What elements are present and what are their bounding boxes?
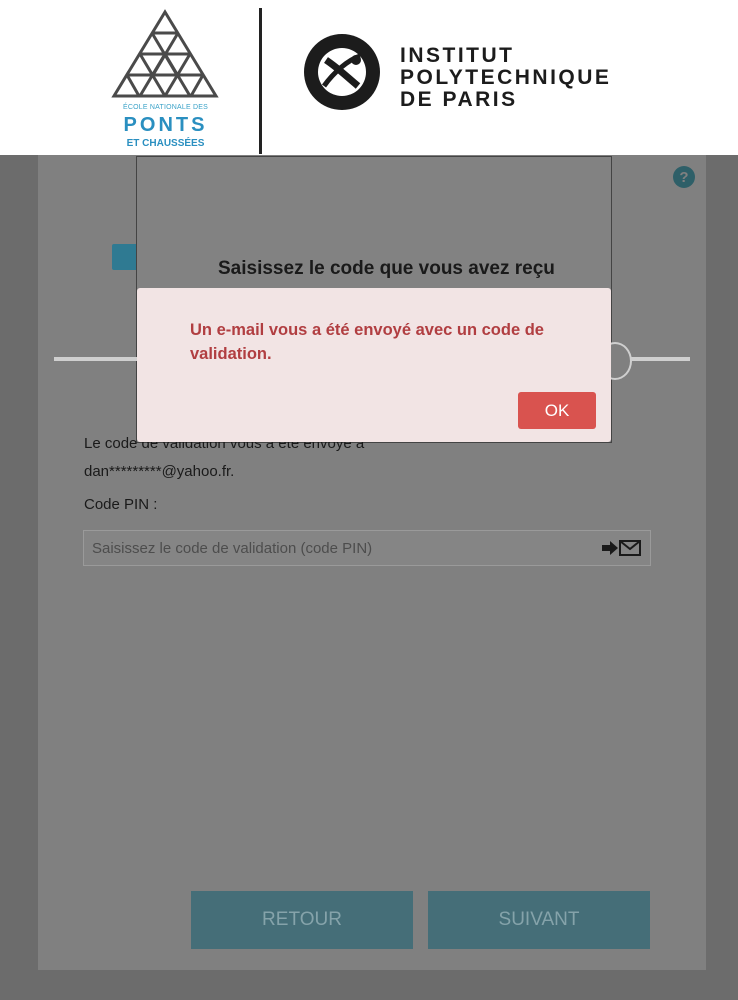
ipp-seal-icon	[304, 34, 380, 110]
ipp-logo-line2: POLYTECHNIQUE	[400, 66, 612, 89]
pin-input[interactable]	[84, 531, 610, 565]
ok-button[interactable]: OK	[518, 392, 596, 429]
ponts-logo-small-text: ÉCOLE NATIONALE DES	[123, 104, 208, 111]
send-email-icon[interactable]	[600, 538, 644, 558]
pin-label: Code PIN :	[84, 496, 158, 513]
header-divider	[259, 8, 262, 154]
svg-text:?: ?	[679, 169, 688, 186]
ipp-logo: INSTITUT POLYTECHNIQUE DE PARIS	[300, 34, 660, 118]
help-icon[interactable]: ?	[672, 165, 696, 189]
ponts-logo-main-text: PONTS	[123, 114, 208, 136]
ponts-logo: ÉCOLE NATIONALE DES PONTS ET CHAUSSÉES	[108, 8, 223, 158]
back-button[interactable]: RETOUR	[191, 891, 413, 949]
ipp-logo-line3: DE PARIS	[400, 88, 518, 111]
next-button[interactable]: SUIVANT	[428, 891, 650, 949]
page-title: Saisissez le code que vous avez reçu	[218, 258, 555, 279]
ponts-logo-sub-text: ET CHAUSSÉES	[126, 138, 205, 149]
alert-message: Un e-mail vous a été envoyé avec un code…	[190, 321, 544, 363]
ponts-triangle-logo-icon	[111, 9, 219, 98]
pin-field	[83, 530, 651, 566]
alert-dialog: Un e-mail vous a été envoyé avec un code…	[137, 288, 611, 442]
validation-info-email: dan*********@yahoo.fr.	[84, 463, 235, 480]
ipp-logo-line1: INSTITUT	[400, 44, 515, 67]
ipp-logo-text: INSTITUT POLYTECHNIQUE DE PARIS	[400, 45, 611, 111]
